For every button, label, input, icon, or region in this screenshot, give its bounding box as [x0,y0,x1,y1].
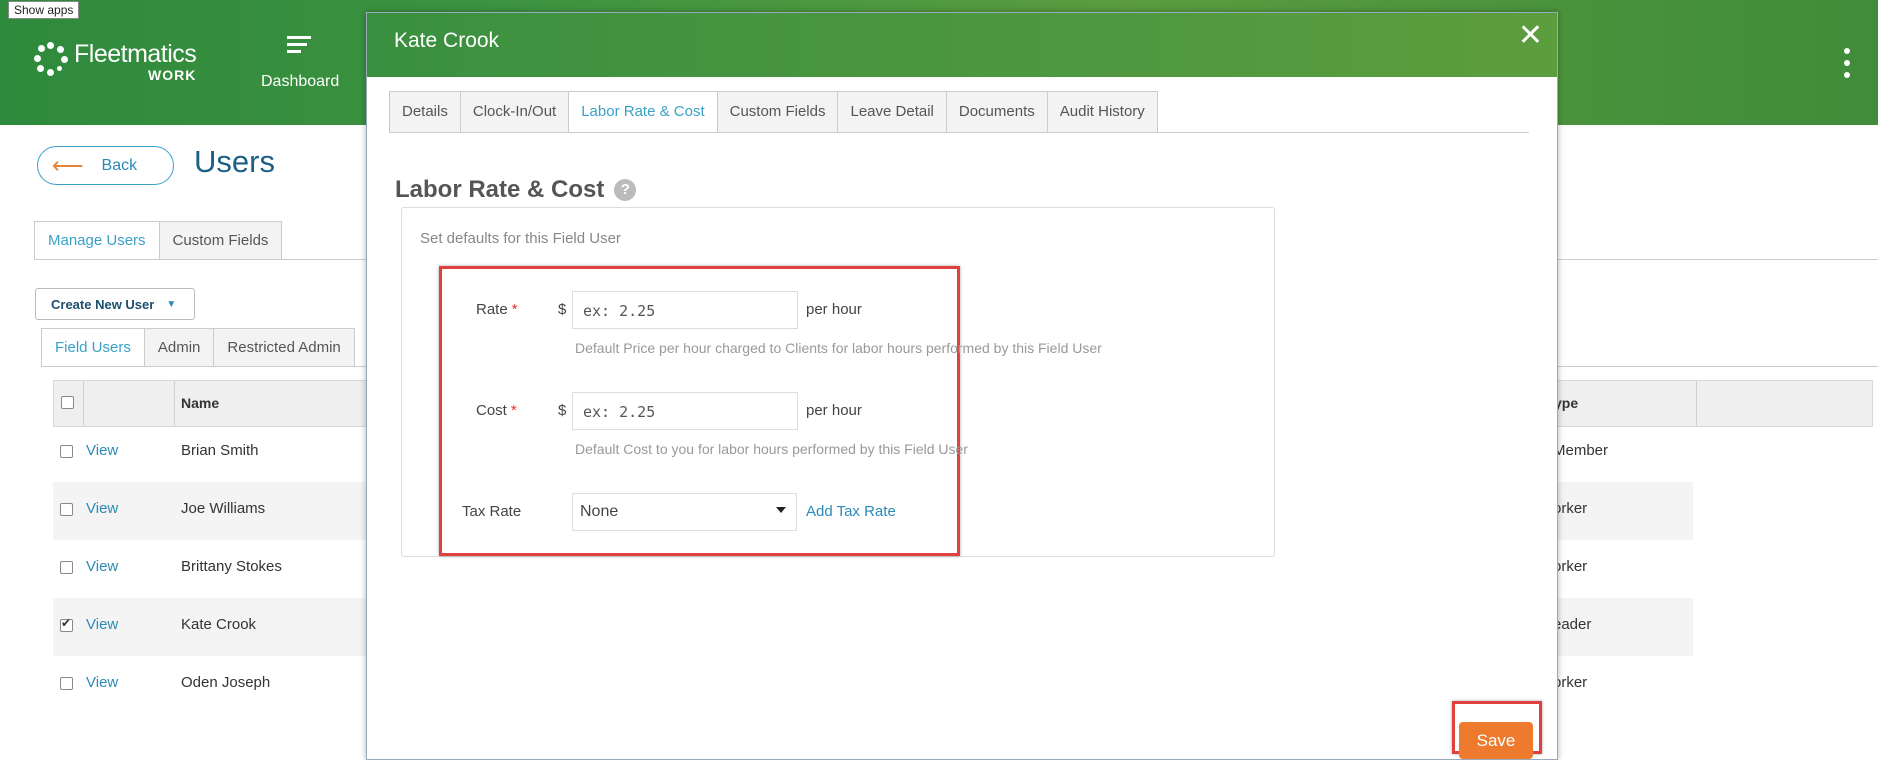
dashboard-label: Dashboard [261,73,340,90]
tab-audit-history[interactable]: Audit History [1046,91,1158,133]
tab-restricted-admin[interactable]: Restricted Admin [213,328,355,367]
chevron-down-icon: ▼ [166,298,177,310]
user-type: Member [1553,442,1609,459]
tab-labor-rate-cost[interactable]: Labor Rate & Cost [568,91,718,133]
user-name: Kate Crook [181,616,257,633]
tax-rate-selected: None [580,503,619,520]
cost-label-text: Cost [476,402,507,419]
row-checkbox[interactable] [60,561,73,574]
cost-unit: per hour [806,402,862,419]
rate-label-text: Rate [476,301,508,318]
create-new-user-label: Create New User [51,296,155,312]
page-title: Users [194,144,275,179]
tab-leave-detail[interactable]: Leave Detail [837,91,947,133]
user-type: orker [1553,558,1588,575]
cost-label: Cost * [476,402,517,419]
rate-hint: Default Price per hour charged to Client… [575,340,1102,356]
user-name: Joe Williams [181,500,266,517]
menu-icon [287,36,311,53]
required-asterisk: * [511,301,518,318]
view-link[interactable]: View [86,442,118,459]
modal-title: Kate Crook [394,29,500,52]
rate-input[interactable]: ex: 2.25 [572,291,798,329]
cost-hint: Default Cost to you for labor hours perf… [575,441,968,457]
help-icon[interactable]: ? [614,179,637,201]
tax-rate-select[interactable]: None [572,493,797,531]
view-link[interactable]: View [86,500,118,517]
column-header-name[interactable]: Name [181,381,219,426]
tab-custom-fields[interactable]: Custom Fields [716,91,839,133]
row-checkbox[interactable] [60,445,73,458]
user-edit-modal: Kate Crook ✕ Details Clock-In/Out Labor … [366,12,1558,760]
required-asterisk: * [510,402,517,419]
divider [389,132,1529,133]
rate-label: Rate * [476,301,518,318]
rate-unit: per hour [806,301,862,318]
user-name: Brittany Stokes [181,558,282,575]
tab-clock-in-out[interactable]: Clock-In/Out [459,91,570,133]
modal-tabs: Details Clock-In/Out Labor Rate & Cost C… [389,91,1158,133]
tab-manage-users[interactable]: Manage Users [34,221,160,260]
user-type-tabs: Field Users Admin Restricted Admin [41,328,355,367]
logo-wordmark: Fleetmatics [74,40,197,68]
currency-symbol: $ [558,301,567,318]
back-button[interactable]: ⟵ Back [37,146,174,185]
create-new-user-button[interactable]: Create New User ▼ [35,288,195,320]
user-name: Oden Joseph [181,674,271,691]
modal-header: Kate Crook ✕ [367,13,1557,77]
user-type: orker [1553,500,1588,517]
user-type: orker [1553,674,1588,691]
tab-admin[interactable]: Admin [143,328,215,367]
page-tabs: Manage Users Custom Fields [34,221,283,260]
user-type: eader [1553,616,1592,633]
section-title: Labor Rate & Cost? [395,176,637,204]
app-logo[interactable]: Fleetmatics WORK [34,40,197,83]
dashboard-menu-button[interactable]: Dashboard [261,36,340,91]
tab-custom-fields[interactable]: Custom Fields [158,221,283,260]
currency-symbol: $ [558,402,567,419]
logo-dots-icon [34,42,68,76]
logo-subtitle: WORK [147,67,197,83]
tab-field-users[interactable]: Field Users [41,328,145,367]
more-options-icon[interactable] [1844,48,1852,84]
show-apps-button[interactable]: Show apps [8,1,80,19]
view-link[interactable]: View [86,558,118,575]
caret-down-icon [776,507,786,513]
row-checkbox[interactable] [60,677,73,690]
close-icon[interactable]: ✕ [1518,21,1543,51]
row-checkbox-checked[interactable] [60,616,73,632]
add-tax-rate-link[interactable]: Add Tax Rate [806,503,896,520]
select-all-checkbox[interactable] [61,396,74,409]
tab-details[interactable]: Details [389,91,461,133]
arrow-left-icon: ⟵ [52,152,84,178]
tab-documents[interactable]: Documents [945,91,1048,133]
panel-description: Set defaults for this Field User [420,230,621,247]
back-label: Back [101,156,138,174]
view-link[interactable]: View [86,674,118,691]
save-button[interactable]: Save [1459,722,1533,759]
row-checkbox[interactable] [60,503,73,516]
tax-rate-label: Tax Rate [462,503,522,520]
user-name: Brian Smith [181,442,259,459]
cost-input[interactable]: ex: 2.25 [572,392,798,430]
view-link[interactable]: View [86,616,118,633]
section-title-text: Labor Rate & Cost [395,176,605,203]
